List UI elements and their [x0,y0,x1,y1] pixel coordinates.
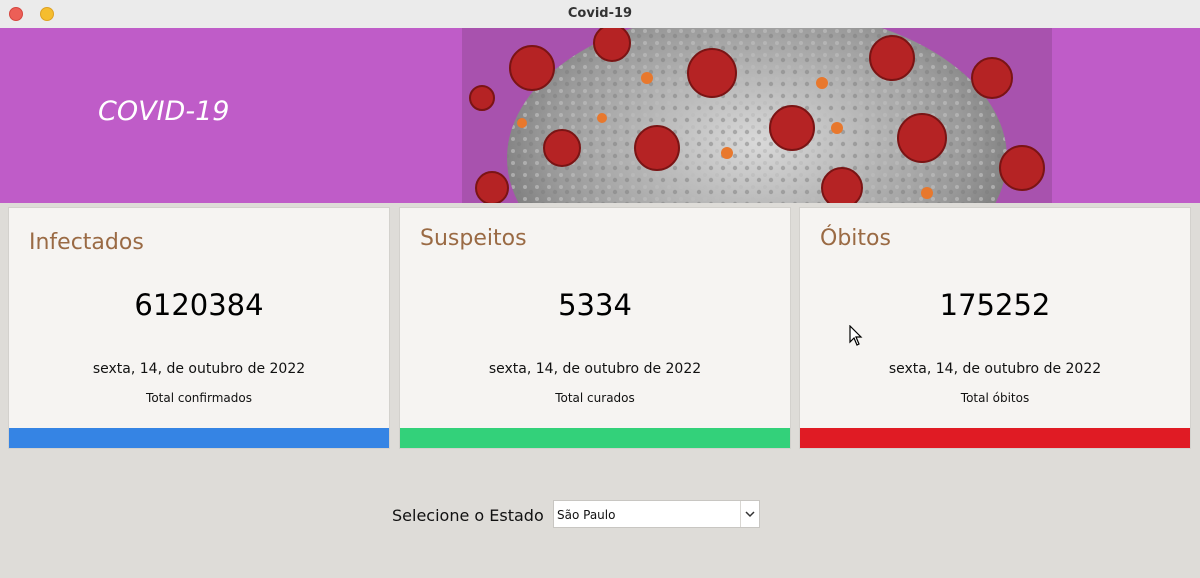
card-total-label: Total óbitos [960,391,1030,405]
card-color-bar [800,428,1190,448]
infected-card: Infectados 6120384 sexta, 14, de outubro… [9,208,389,448]
card-title: Óbitos [820,226,891,251]
card-date: sexta, 14, de outubro de 2022 [92,361,306,377]
header-banner: COVID-19 [0,28,1200,203]
window-titlebar: Covid-19 [0,0,1200,29]
mouse-cursor-icon [849,325,863,346]
chevron-down-icon[interactable] [740,501,759,527]
state-select-value: São Paulo [557,508,616,522]
card-total-label: Total confirmados [146,391,252,405]
banner-title: COVID-19 [98,96,230,127]
card-title: Infectados [29,230,144,255]
suspects-card: Suspeitos 5334 sexta, 14, de outubro de … [400,208,790,448]
card-title: Suspeitos [420,226,527,251]
state-select-label: Selecione o Estado [392,506,544,525]
state-select[interactable]: São Paulo [553,500,760,528]
card-value: 6120384 [134,288,264,322]
card-value: 5334 [558,288,632,322]
card-color-bar [9,428,389,448]
card-color-bar [400,428,790,448]
card-value: 175252 [939,288,1051,322]
card-date: sexta, 14, de outubro de 2022 [488,361,702,377]
coronavirus-image [462,28,1052,203]
window-title: Covid-19 [567,6,633,21]
card-total-label: Total curados [555,391,635,405]
card-date: sexta, 14, de outubro de 2022 [888,361,1102,377]
